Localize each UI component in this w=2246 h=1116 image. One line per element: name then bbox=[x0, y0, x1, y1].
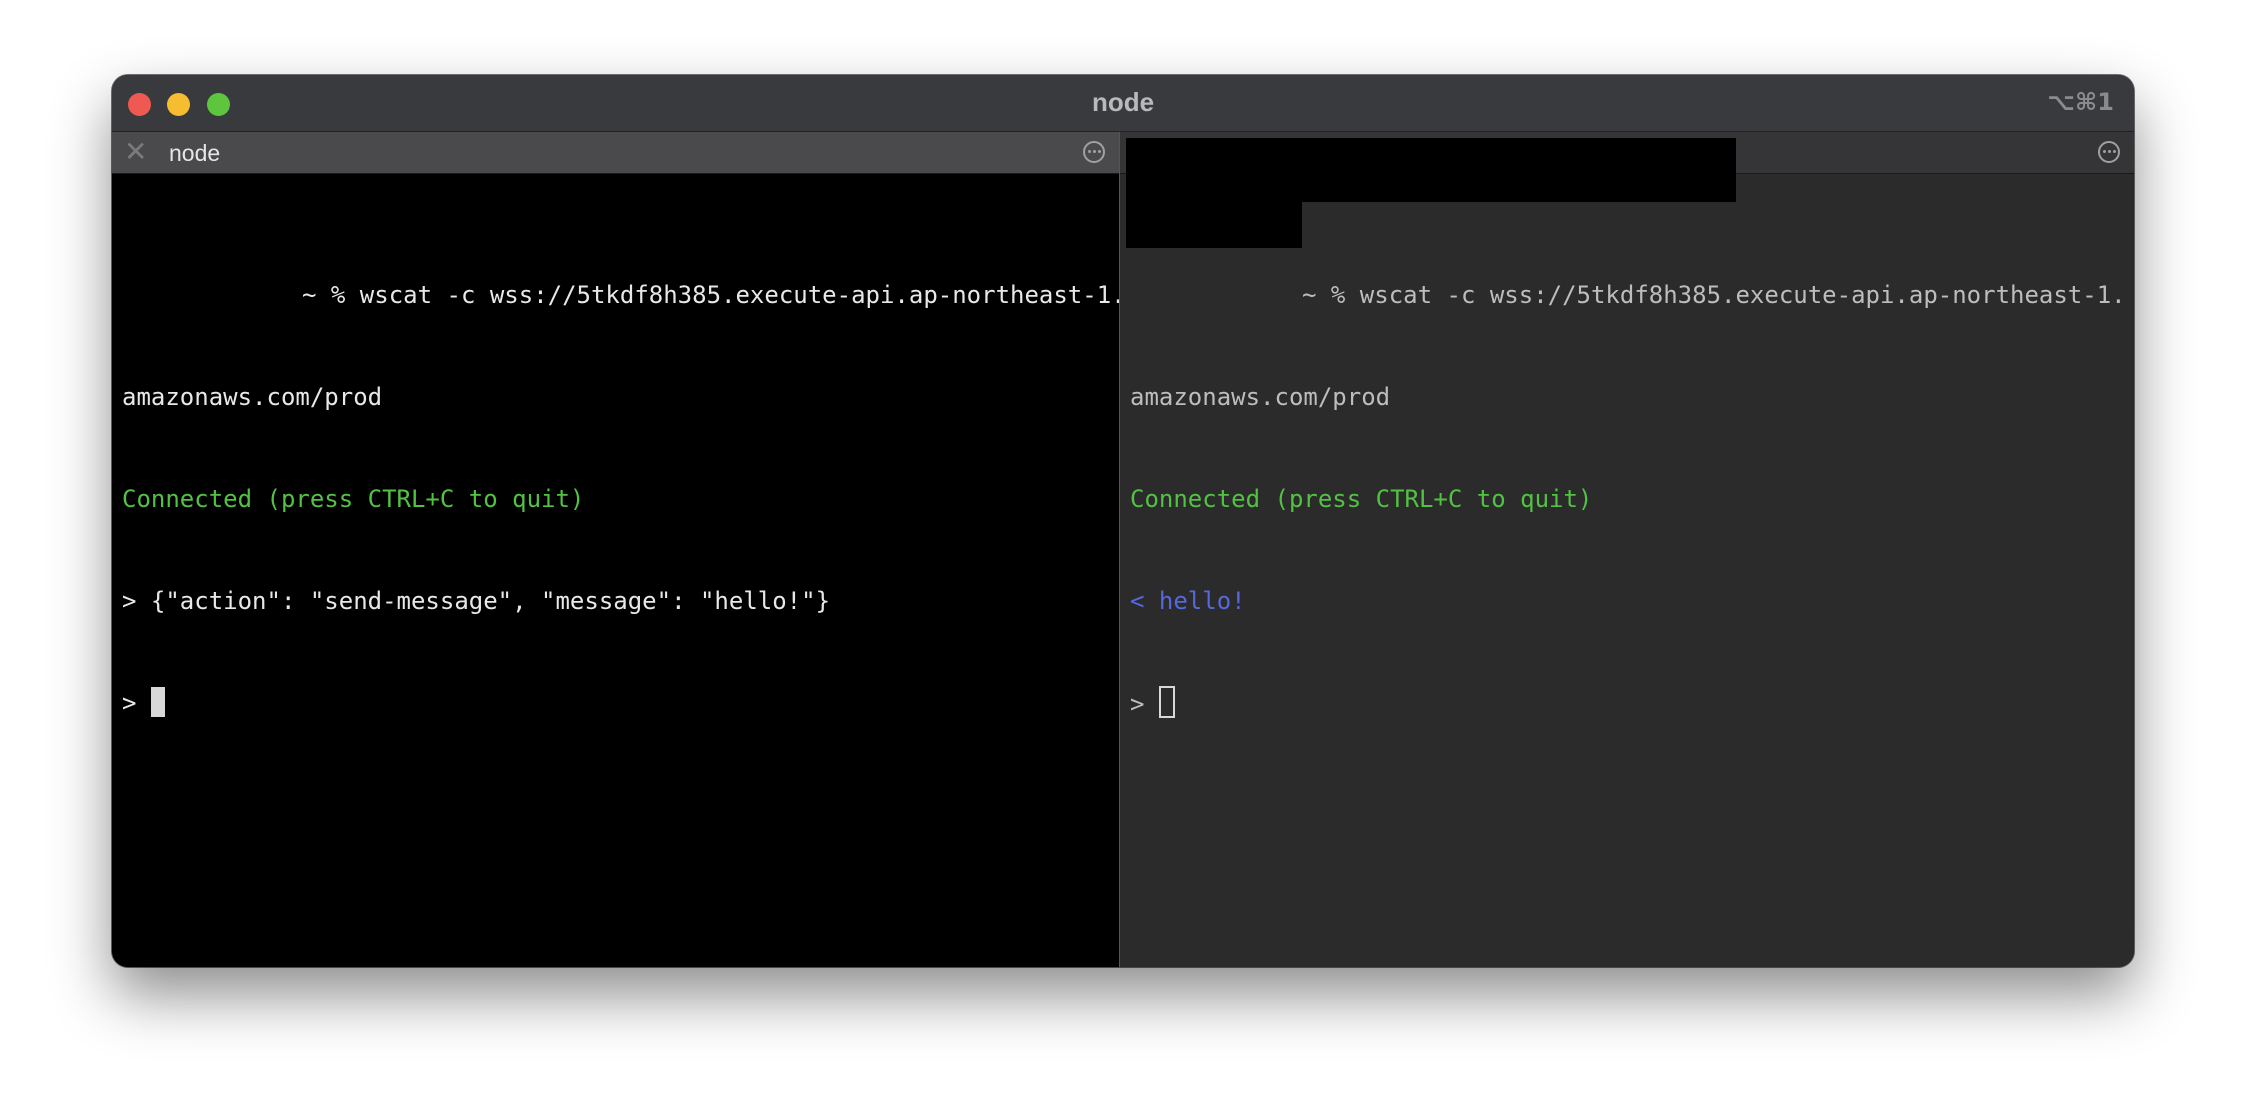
left-terminal-output[interactable]: ~ % wscat -c wss://5tkdf8h385.execute-ap… bbox=[122, 210, 1126, 788]
command-line-continuation: amazonaws.com/prod bbox=[122, 383, 383, 411]
text-cursor bbox=[150, 687, 165, 717]
connected-message: Connected (press CTRL+C to quit) bbox=[122, 485, 585, 513]
window-title: node bbox=[1091, 87, 1155, 117]
right-pane[interactable]: ✕ node ~ % wscat -c wss://5tkdf8h385.exe… bbox=[1120, 132, 2134, 967]
window-shortcut: ⌥⌘1 bbox=[2047, 88, 2114, 116]
left-pane[interactable]: ✕ node ~ % wscat -c wss://5tkdf8h385.exe… bbox=[112, 132, 1126, 967]
prompt-line[interactable]: > bbox=[1130, 686, 2124, 720]
command-line: ~ % wscat -c wss://5tkdf8h385.execute-ap… bbox=[1302, 281, 2126, 309]
prompt-line[interactable]: > bbox=[122, 686, 1109, 720]
command-line-continuation: amazonaws.com/prod bbox=[1130, 383, 1391, 411]
redaction-block bbox=[1126, 138, 1736, 202]
connected-message: Connected (press CTRL+C to quit) bbox=[1130, 485, 1593, 513]
close-icon[interactable]: ✕ bbox=[124, 138, 147, 166]
title-bar[interactable]: node ⌥⌘1 bbox=[112, 75, 2134, 132]
received-message-line: < hello! bbox=[1130, 587, 1246, 615]
more-options-icon[interactable] bbox=[2098, 141, 2120, 163]
left-tab-label: node bbox=[169, 140, 221, 166]
more-options-icon[interactable] bbox=[1083, 141, 1105, 163]
text-cursor bbox=[1158, 686, 1175, 718]
right-terminal-output[interactable]: ~ % wscat -c wss://5tkdf8h385.execute-ap… bbox=[1130, 210, 2126, 788]
terminal-window: node ⌥⌘1 ✕ node ~ % wscat -c wss://5tkdf… bbox=[112, 75, 2134, 967]
left-pane-tab[interactable]: ✕ node bbox=[112, 132, 1119, 174]
prompt-symbol: > bbox=[122, 689, 151, 717]
command-line: ~ % wscat -c wss://5tkdf8h385.execute-ap… bbox=[302, 281, 1126, 309]
prompt-symbol: > bbox=[1130, 690, 1159, 718]
sent-message-line: > {"action": "send-message", "message": … bbox=[122, 587, 831, 615]
